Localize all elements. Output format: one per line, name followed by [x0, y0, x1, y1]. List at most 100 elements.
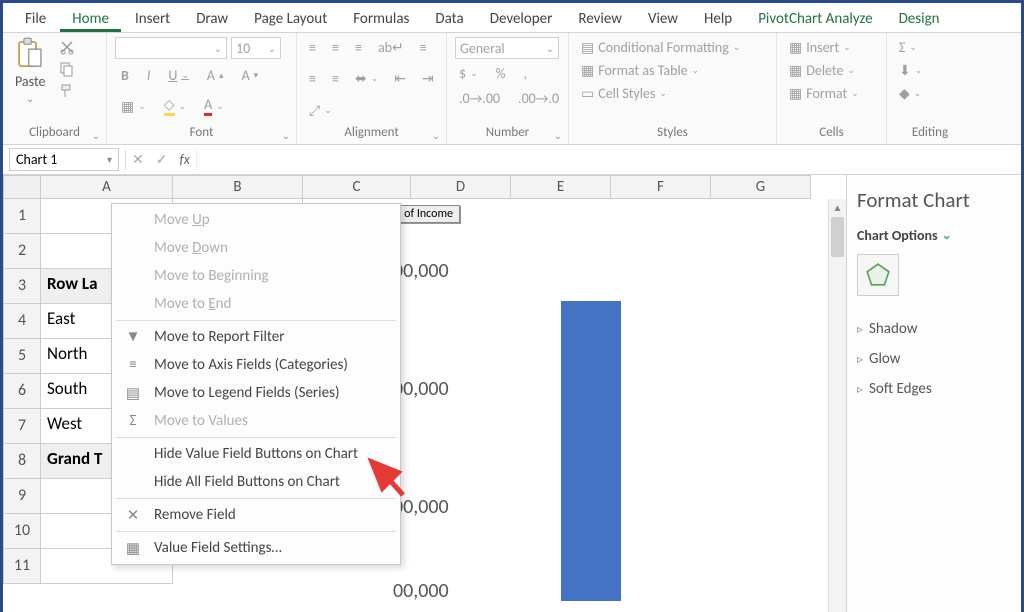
- fx-icon[interactable]: fx: [179, 151, 189, 168]
- effects-icon[interactable]: [857, 254, 899, 296]
- font-name-combo[interactable]: ⌄: [115, 37, 227, 59]
- select-all-corner[interactable]: [3, 175, 41, 199]
- indent-inc[interactable]: ⇥: [418, 68, 438, 89]
- bold-button[interactable]: B: [117, 65, 133, 86]
- context-menu: Move UpMove DownMove to BeginningMove to…: [111, 203, 401, 565]
- pane-title: Format Chart: [857, 187, 1011, 213]
- align-right[interactable]: ≡: [328, 68, 343, 89]
- merge[interactable]: ⬌⌄: [351, 68, 382, 89]
- row-header-5[interactable]: 5: [3, 339, 41, 374]
- insert-cells[interactable]: ▦ Insert ⌄: [785, 37, 855, 58]
- ctx-move-to-legend-fields-series[interactable]: ▤Move to Legend Fields (Series): [112, 379, 400, 407]
- tab-view[interactable]: View: [636, 5, 690, 32]
- pivot-chart[interactable]: Sum of Income 00,000 00,000 00,000 00,00…: [363, 199, 833, 599]
- underline-button[interactable]: U⌄: [164, 65, 193, 86]
- ctx-move-to-axis-fields-categories[interactable]: ≡Move to Axis Fields (Categories): [112, 351, 400, 379]
- tab-page-layout[interactable]: Page Layout: [242, 5, 339, 32]
- percent-button[interactable]: %: [492, 63, 510, 84]
- currency-button[interactable]: $⌄: [455, 63, 482, 84]
- enter-formula[interactable]: ✓: [156, 151, 168, 168]
- italic-button[interactable]: I: [143, 65, 155, 86]
- accordion-shadow[interactable]: Shadow: [857, 314, 1011, 344]
- align-top[interactable]: ≡: [305, 37, 320, 58]
- ctx-label: Move to Report Filter: [154, 328, 284, 346]
- ctx-move-to-beginning: Move to Beginning: [112, 262, 400, 290]
- font-color-button[interactable]: A⌄: [200, 94, 228, 118]
- accordion-soft-edges[interactable]: Soft Edges: [857, 374, 1011, 404]
- format-cells[interactable]: ▦ Format ⌄: [785, 83, 863, 104]
- inc-decimal[interactable]: .0→.00: [455, 88, 504, 109]
- formula-input[interactable]: [196, 149, 1015, 171]
- blank-icon: [124, 267, 142, 285]
- ctx-remove-field[interactable]: ✕Remove Field: [112, 501, 400, 529]
- accordion-glow[interactable]: Glow: [857, 344, 1011, 374]
- conditional-formatting[interactable]: ▤ Conditional Formatting ⌄: [577, 37, 744, 58]
- border-button[interactable]: ▦⌄: [117, 94, 150, 118]
- orientation[interactable]: ⤢⌄: [305, 100, 336, 121]
- paste-button[interactable]: Paste ⌄: [11, 37, 49, 105]
- tab-home[interactable]: Home: [60, 5, 121, 32]
- align-middle[interactable]: ≡: [328, 37, 343, 58]
- grow-font-button[interactable]: A▴: [203, 65, 228, 86]
- chart-tick: 00,000: [393, 377, 449, 401]
- row-header-6[interactable]: 6: [3, 374, 41, 409]
- tab-insert[interactable]: Insert: [123, 5, 182, 32]
- tab-developer[interactable]: Developer: [478, 5, 565, 32]
- autosum[interactable]: Σ ⌄: [895, 37, 921, 58]
- col-header-B[interactable]: B: [173, 175, 303, 199]
- cell-styles[interactable]: ▭ Cell Styles ⌄: [577, 83, 671, 104]
- tab-file[interactable]: File: [13, 5, 58, 32]
- pane-section[interactable]: Chart Options⌄: [857, 227, 1011, 244]
- row-header-11[interactable]: 11: [3, 549, 41, 584]
- row-header-7[interactable]: 7: [3, 409, 41, 444]
- col-header-D[interactable]: D: [411, 175, 511, 199]
- delete-cells[interactable]: ▦ Delete ⌄: [785, 60, 859, 81]
- col-header-G[interactable]: G: [711, 175, 811, 199]
- row-header-9[interactable]: 9: [3, 479, 41, 514]
- row-header-4[interactable]: 4: [3, 304, 41, 339]
- col-header-C[interactable]: C: [303, 175, 411, 199]
- copy-button[interactable]: [55, 59, 79, 79]
- ctx-label: Remove Field: [154, 506, 236, 524]
- align-bottom[interactable]: ≡: [351, 37, 366, 58]
- fill[interactable]: ⬇ ⌄: [895, 60, 926, 81]
- tab-review[interactable]: Review: [566, 5, 634, 32]
- tab-design[interactable]: Design: [887, 5, 952, 32]
- row-header-3[interactable]: 3: [3, 269, 41, 304]
- shrink-font-button[interactable]: A▾: [238, 65, 263, 86]
- indent-dec[interactable]: ⇤: [390, 68, 410, 89]
- align-center[interactable]: ≡: [305, 68, 320, 89]
- align-left[interactable]: ≡: [416, 37, 431, 58]
- vertical-scrollbar[interactable]: ▲: [828, 199, 846, 612]
- font-size-combo[interactable]: 10⌄: [231, 37, 281, 59]
- row-header-2[interactable]: 2: [3, 234, 41, 269]
- col-header-E[interactable]: E: [511, 175, 611, 199]
- row-header-10[interactable]: 10: [3, 514, 41, 549]
- row-header-8[interactable]: 8: [3, 444, 41, 479]
- fill-color-button[interactable]: ◇⌄: [160, 94, 190, 118]
- col-header-A[interactable]: A: [41, 175, 173, 199]
- clear[interactable]: ◆ ⌄: [895, 83, 925, 104]
- tab-draw[interactable]: Draw: [184, 5, 240, 32]
- dec-decimal[interactable]: .00→.0: [514, 88, 563, 109]
- ctx-value-field-settings[interactable]: ▦Value Field Settings…: [112, 534, 400, 562]
- ctx-hide-value-field-buttons-on-chart[interactable]: Hide Value Field Buttons on Chart: [112, 440, 400, 468]
- ctx-move-to-report-filter[interactable]: ▼Move to Report Filter: [112, 323, 400, 351]
- tab-pivotchart-analyze[interactable]: PivotChart Analyze: [746, 5, 884, 32]
- wrap-text[interactable]: ab↵: [374, 37, 408, 58]
- cut-button[interactable]: [55, 37, 79, 57]
- tab-data[interactable]: Data: [423, 5, 475, 32]
- formula-bar: Chart 1▾ ✕ ✓ fx: [3, 145, 1021, 175]
- format-as-table[interactable]: ▦ Format as Table ⌄: [577, 60, 703, 81]
- legend-icon: ▤: [124, 384, 142, 402]
- format-painter-button[interactable]: [55, 81, 79, 101]
- row-header-1[interactable]: 1: [3, 199, 41, 234]
- tab-formulas[interactable]: Formulas: [341, 5, 421, 32]
- ctx-hide-all-field-buttons-on-chart[interactable]: Hide All Field Buttons on Chart: [112, 468, 400, 496]
- cancel-formula[interactable]: ✕: [132, 151, 144, 168]
- comma-button[interactable]: ,: [520, 63, 532, 84]
- col-header-F[interactable]: F: [611, 175, 711, 199]
- tab-help[interactable]: Help: [692, 5, 744, 32]
- number-format-combo[interactable]: General⌄: [455, 37, 559, 59]
- name-box[interactable]: Chart 1▾: [9, 148, 119, 171]
